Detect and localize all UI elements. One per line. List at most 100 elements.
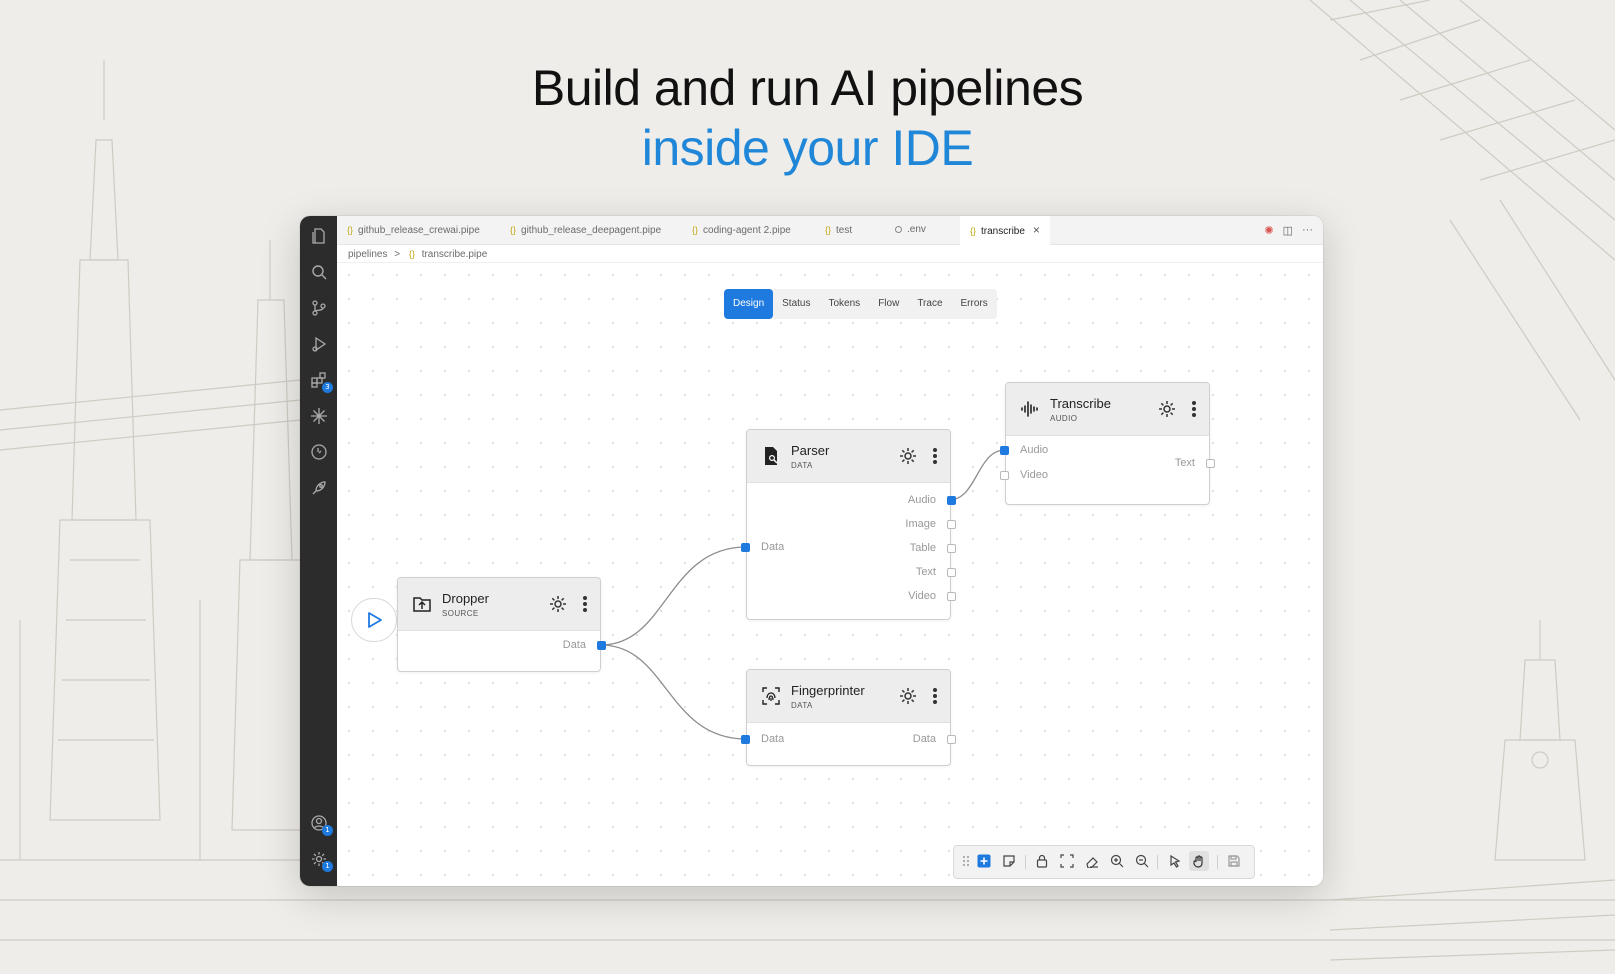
tab-label: transcribe — [981, 226, 1025, 237]
gear-icon — [895, 226, 902, 233]
close-icon[interactable]: × — [1033, 223, 1040, 237]
tab-status[interactable]: Status — [773, 289, 819, 319]
curly-braces-icon: {} — [510, 225, 517, 235]
toolbar-separator — [1217, 855, 1218, 869]
save-icon[interactable] — [1226, 853, 1242, 869]
more-options-icon[interactable] — [582, 594, 588, 614]
debug-spark-icon[interactable]: ✺ — [1264, 224, 1273, 237]
explorer-icon[interactable] — [309, 226, 329, 246]
node-title: Parser — [791, 443, 830, 458]
output-port-video[interactable] — [947, 592, 956, 601]
port-label-input: Data — [761, 541, 785, 553]
hand-icon[interactable] — [1189, 851, 1209, 871]
gear-icon[interactable] — [898, 686, 918, 706]
tab-transcribe[interactable]: {} transcribe × — [960, 216, 1050, 245]
input-port-video[interactable] — [1000, 471, 1009, 480]
port-label-output: Data — [562, 639, 586, 651]
editor-tab-bar: {} github_release_crewai.pipe {} github_re… — [337, 216, 1323, 245]
pipeline-canvas[interactable]: Design Status Tokens Flow Trace Errors D… — [337, 262, 1323, 886]
pipeline-rocket-icon[interactable] — [309, 478, 329, 498]
tab-test[interactable]: {} test — [825, 216, 852, 244]
accounts-icon[interactable]: 1 — [309, 813, 333, 836]
output-port-audio[interactable] — [947, 496, 956, 505]
tab-github-release-crewai[interactable]: {} github_release_crewai.pipe — [347, 216, 480, 244]
input-port[interactable] — [741, 735, 750, 744]
port-label-text: Text — [915, 566, 936, 578]
fit-view-icon[interactable] — [1059, 853, 1075, 869]
input-port[interactable] — [741, 543, 750, 552]
zoom-in-icon[interactable] — [1109, 853, 1125, 869]
node-transcribe[interactable]: Transcribe AUDIO Audio Video Text — [1000, 382, 1215, 505]
tab-flow[interactable]: Flow — [869, 289, 908, 319]
tab-label: github_release_deepagent.pipe — [521, 225, 662, 236]
output-port[interactable] — [947, 735, 956, 744]
output-port-text[interactable] — [947, 568, 956, 577]
manage-gear-icon[interactable]: 1 — [309, 849, 333, 872]
lock-icon[interactable] — [1034, 853, 1050, 869]
breadcrumb-folder[interactable]: pipelines — [348, 249, 387, 260]
search-icon[interactable] — [309, 262, 329, 282]
curly-braces-icon: {} — [408, 249, 415, 259]
output-port-table[interactable] — [947, 544, 956, 553]
note-icon[interactable] — [1001, 853, 1017, 869]
run-debug-icon[interactable] — [309, 334, 329, 354]
port-label-output: Data — [912, 733, 936, 745]
activity-bar: 3 1 1 — [300, 216, 337, 886]
play-icon — [368, 612, 382, 628]
node-header: Fingerprinter DATA — [747, 670, 950, 723]
extensions-icon[interactable]: 3 — [309, 370, 333, 393]
wire-parser-transcribe — [948, 449, 1006, 501]
node-type: DATA — [791, 461, 813, 470]
tab-tokens[interactable]: Tokens — [820, 289, 870, 319]
gear-icon[interactable] — [548, 594, 568, 614]
zoom-out-icon[interactable] — [1134, 853, 1150, 869]
tab-label: test — [836, 225, 853, 236]
more-options-icon[interactable] — [932, 686, 938, 706]
tab-coding-agent[interactable]: {} coding-agent 2.pipe — [692, 216, 791, 244]
port-label-video: Video — [908, 590, 936, 602]
output-port-image[interactable] — [947, 520, 956, 529]
run-pipeline-button[interactable] — [351, 598, 397, 642]
timeline-icon[interactable] — [309, 442, 329, 462]
breadcrumb-file[interactable]: transcribe.pipe — [422, 249, 488, 260]
accounts-badge: 1 — [322, 825, 333, 836]
breadcrumb: pipelines > {} transcribe.pipe — [348, 245, 487, 263]
node-title: Dropper — [442, 591, 489, 606]
tab-design[interactable]: Design — [724, 289, 774, 319]
gear-icon[interactable] — [898, 446, 918, 466]
curly-braces-icon: {} — [970, 226, 977, 236]
tab-trace[interactable]: Trace — [908, 289, 951, 319]
more-actions-icon[interactable]: ··· — [1302, 224, 1313, 236]
editor-actions: ✺ ◫ ··· — [1264, 216, 1313, 244]
gear-icon[interactable] — [1157, 399, 1177, 419]
curly-braces-icon: {} — [692, 225, 699, 235]
node-type: DATA — [791, 701, 813, 710]
tab-env[interactable]: .env — [895, 216, 926, 244]
wire-dropper-parser — [600, 546, 747, 646]
node-fingerprinter[interactable]: Fingerprinter DATA Data Data — [741, 669, 956, 766]
source-control-icon[interactable] — [309, 298, 329, 318]
wire-dropper-fingerprinter — [600, 644, 747, 740]
output-port-text[interactable] — [1206, 459, 1215, 468]
tab-errors[interactable]: Errors — [952, 289, 997, 319]
pointer-icon[interactable] — [1167, 853, 1183, 869]
port-label-input: Data — [761, 733, 785, 745]
more-options-icon[interactable] — [1191, 399, 1197, 419]
port-label-video: Video — [1020, 469, 1048, 481]
node-parser[interactable]: Parser DATA Data Audio Image Table Text … — [741, 429, 956, 620]
port-label-text: Text — [1174, 457, 1195, 469]
add-node-icon[interactable] — [976, 853, 992, 869]
spark-icon[interactable] — [309, 406, 329, 426]
node-dropper[interactable]: Dropper SOURCE Data — [397, 577, 606, 672]
more-options-icon[interactable] — [932, 446, 938, 466]
eraser-icon[interactable] — [1084, 853, 1100, 869]
split-editor-icon[interactable]: ◫ — [1283, 224, 1293, 237]
tab-github-release-deepagent[interactable]: {} github_release_deepagent.pipe — [510, 216, 661, 244]
input-port-audio[interactable] — [1000, 446, 1009, 455]
output-port[interactable] — [597, 641, 606, 650]
toolbar-separator — [1025, 855, 1026, 869]
drag-handle-icon[interactable] — [958, 853, 974, 869]
settings-badge: 1 — [322, 861, 333, 872]
fingerprint-icon — [762, 687, 780, 705]
node-header: Dropper SOURCE — [398, 578, 600, 631]
